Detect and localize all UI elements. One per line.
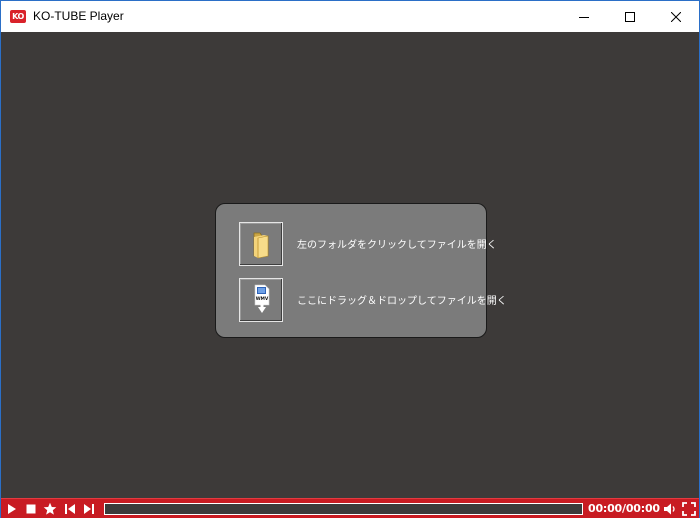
app-logo-text: KO (12, 11, 24, 21)
seek-bar[interactable] (104, 503, 583, 515)
fullscreen-icon (682, 502, 696, 516)
drop-file-button[interactable]: WMV (239, 278, 283, 322)
maximize-icon (625, 11, 635, 22)
favorite-button[interactable] (42, 501, 58, 517)
open-folder-button[interactable] (239, 222, 283, 266)
fullscreen-button[interactable] (681, 501, 697, 517)
file-drop-icon: WMV (254, 284, 270, 313)
stop-button[interactable] (23, 501, 39, 517)
previous-button[interactable] (62, 501, 78, 517)
close-icon (671, 11, 681, 22)
drop-file-row: WMV ここにドラッグ＆ドロップしてファイルを開く (239, 278, 507, 322)
volume-button[interactable] (662, 501, 678, 517)
control-bar: 00:00/00:00 (1, 498, 699, 518)
folder-icon (253, 232, 269, 259)
time-readout: 00:00/00:00 (588, 502, 660, 515)
next-icon (84, 504, 94, 514)
close-button[interactable] (653, 1, 699, 32)
maximize-button[interactable] (607, 1, 653, 32)
open-folder-row: 左のフォルダをクリックしてファイルを開く (239, 222, 497, 266)
open-file-panel: 左のフォルダをクリックしてファイルを開く WMV ここにドラッグ＆ドロップしてフ… (215, 203, 507, 338)
star-icon (43, 502, 57, 515)
open-folder-label: 左のフォルダをクリックしてファイルを開く (297, 240, 497, 251)
video-area[interactable]: 左のフォルダをクリックしてファイルを開く WMV ここにドラッグ＆ドロップしてフ… (1, 32, 699, 498)
next-button[interactable] (81, 501, 97, 517)
volume-icon (664, 503, 675, 515)
play-button[interactable] (3, 501, 19, 517)
app-logo-icon: KO (10, 10, 26, 23)
play-icon (8, 504, 16, 514)
stop-icon (26, 504, 36, 514)
drop-icon-text: WMV (256, 296, 269, 302)
title-bar[interactable]: KO KO-TUBE Player (1, 1, 699, 32)
previous-icon (65, 504, 75, 514)
player-window: KO KO-TUBE Player 左のフォルダをクリックしてファイルを開く W… (0, 0, 700, 518)
window-title: KO-TUBE Player (33, 9, 124, 23)
drop-file-label: ここにドラッグ＆ドロップしてファイルを開く (297, 296, 507, 307)
minimize-icon (579, 16, 589, 18)
minimize-button[interactable] (561, 1, 607, 32)
